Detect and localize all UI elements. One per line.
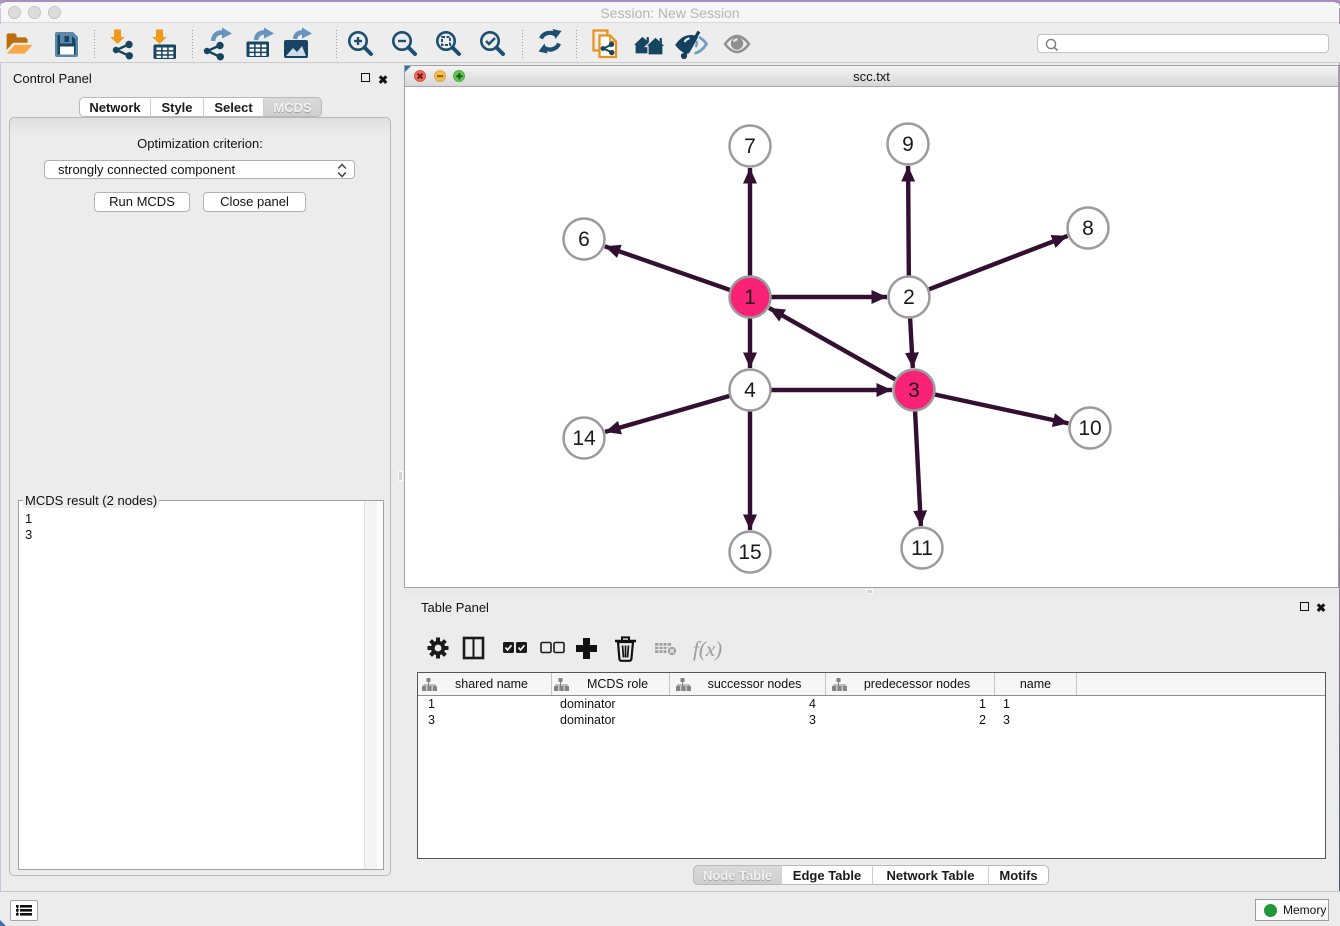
svg-text:3: 3 — [908, 379, 920, 402]
svg-text:10: 10 — [1078, 417, 1101, 440]
svg-text:1: 1 — [744, 286, 756, 309]
svg-text:15: 15 — [738, 541, 761, 564]
svg-text:6: 6 — [578, 228, 590, 251]
svg-text:9: 9 — [902, 133, 914, 156]
svg-text:7: 7 — [744, 135, 756, 158]
svg-text:2: 2 — [903, 286, 915, 309]
svg-text:8: 8 — [1082, 217, 1094, 240]
svg-text:4: 4 — [744, 379, 756, 402]
svg-text:11: 11 — [911, 537, 933, 560]
svg-text:f(x): f(x) — [693, 637, 722, 661]
svg-text:14: 14 — [572, 427, 596, 450]
